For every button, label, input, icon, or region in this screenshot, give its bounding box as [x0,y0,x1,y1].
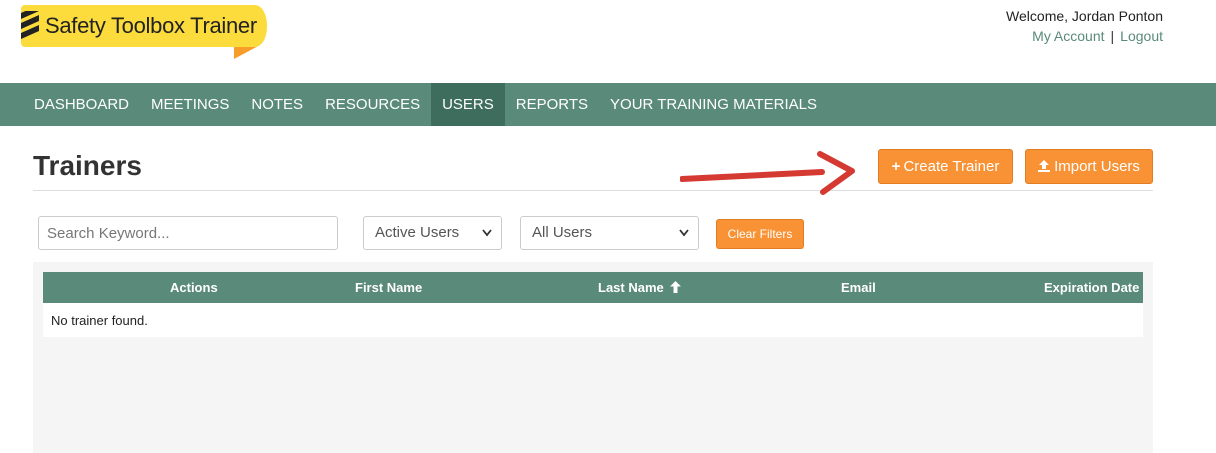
arrow-up-icon [670,281,682,293]
title-divider [33,190,1153,191]
create-trainer-button[interactable]: + Create Trainer [878,149,1013,184]
import-users-label: Import Users [1054,158,1140,175]
my-account-link[interactable]: My Account [1032,28,1104,44]
nav-item-resources[interactable]: RESOURCES [314,83,431,126]
search-input[interactable] [38,216,338,250]
column-header-email[interactable]: Email [841,272,876,303]
account-links: My Account | Logout [1032,28,1163,44]
upload-icon [1038,160,1051,172]
nav-item-training-materials[interactable]: YOUR TRAINING MATERIALS [599,83,828,126]
plus-icon: + [891,158,901,175]
type-filter-value: All Users [532,224,593,241]
table-body: No trainer found. [43,303,1143,337]
column-header-first-name[interactable]: First Name [355,272,422,303]
logo-speech-tail [234,45,260,59]
nav-item-notes[interactable]: NOTES [240,83,314,126]
welcome-message: Welcome, Jordan Ponton [1006,8,1163,24]
column-header-actions: Actions [170,280,218,295]
import-users-button[interactable]: Import Users [1025,149,1153,184]
status-filter-value: Active Users [375,224,460,241]
page-title: Trainers [33,150,142,181]
type-filter-select[interactable]: All Users [520,216,699,250]
column-header-expiration-date[interactable]: Expiration Date [1044,272,1139,303]
main-nav: DASHBOARD MEETINGS NOTES RESOURCES USERS… [0,83,1216,126]
status-filter-select[interactable]: Active Users [363,216,502,250]
chevron-down-icon [482,229,492,237]
brand-name: Safety Toolbox Trainer [45,13,257,38]
nav-item-reports[interactable]: REPORTS [505,83,599,126]
table-header: Actions First Name Last Name Email Expir… [43,272,1143,303]
empty-table-message: No trainer found. [51,313,148,328]
clear-filters-button[interactable]: Clear Filters [716,219,804,249]
logout-link[interactable]: Logout [1120,28,1163,44]
link-separator: | [1110,28,1115,44]
column-header-last-name[interactable]: Last Name [598,272,682,303]
caution-stripes-icon [21,11,39,41]
nav-item-meetings[interactable]: MEETINGS [140,83,240,126]
nav-item-users[interactable]: USERS [431,83,505,126]
brand-logo[interactable]: Safety Toolbox Trainer [21,5,271,61]
annotation-arrow [680,151,855,195]
create-trainer-label: Create Trainer [903,158,1000,175]
nav-item-dashboard[interactable]: DASHBOARD [23,83,140,126]
chevron-down-icon [679,229,689,237]
last-name-label: Last Name [598,280,664,295]
